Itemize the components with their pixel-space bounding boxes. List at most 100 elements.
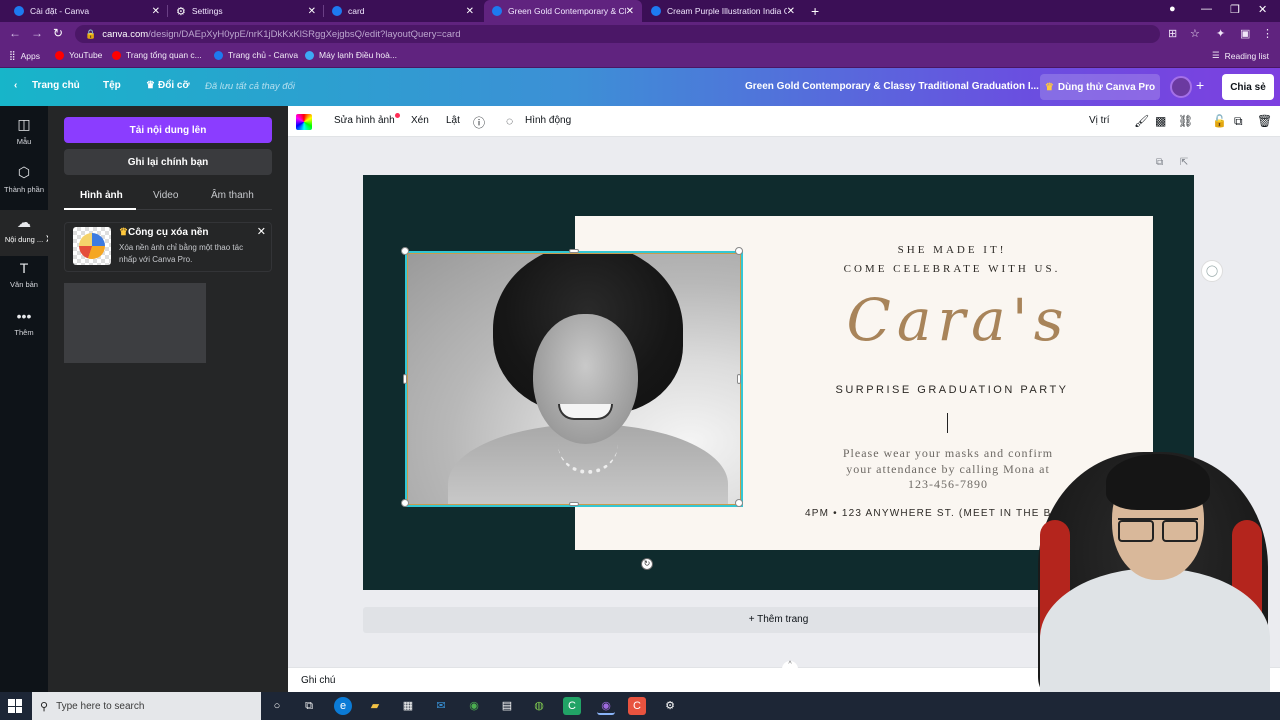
app-icon[interactable]: ▤ [498, 697, 516, 715]
position-button[interactable]: Vị trí [1089, 115, 1110, 126]
lock-icon[interactable]: 🔓 [1212, 114, 1227, 128]
extensions-icon[interactable]: ✦ [1216, 27, 1225, 40]
duplicate-icon[interactable]: ⧉ [1234, 114, 1243, 129]
back-icon[interactable]: ← [9, 26, 21, 40]
bookmark-apps[interactable]: ⣿ Apps [9, 50, 40, 61]
add-member-icon[interactable]: + [1196, 77, 1204, 93]
extension-icon[interactable]: ▣ [1240, 27, 1250, 40]
new-tab-button[interactable]: + [811, 3, 819, 19]
trash-icon[interactable]: 🗑 [1257, 114, 1272, 128]
taskbar-search[interactable]: ⚲ Type here to search [32, 692, 261, 720]
close-tab-icon[interactable]: ✕ [466, 6, 474, 17]
tab-label: Cài đặt - Canva [30, 6, 90, 16]
cortana-icon[interactable]: ○ [268, 697, 286, 715]
browser-tab[interactable]: ⚙ Settings ✕ [168, 0, 324, 22]
mail-icon[interactable]: ✉ [432, 697, 450, 715]
chrome-profile-icon[interactable]: ◉ [597, 697, 615, 715]
share-button[interactable]: Chia sẻ [1222, 74, 1274, 100]
color-picker-swatch[interactable] [296, 114, 312, 130]
rail-item-templates[interactable]: ◫ Mẫu [0, 116, 48, 160]
upload-media-button[interactable]: Tải nội dung lên [64, 117, 272, 143]
headline-line-2[interactable]: COME CELEBRATE WITH US. [787, 263, 1117, 275]
link-icon[interactable]: ⛓ [1178, 114, 1193, 128]
avatar[interactable] [1170, 76, 1192, 98]
app-icon[interactable]: ◍ [530, 697, 548, 715]
bg-remover-promo[interactable]: ♛Công cụ xóa nền Xóa nền ảnh chỉ bằng mộ… [64, 222, 272, 272]
resize-handle[interactable] [401, 247, 409, 255]
close-tab-icon[interactable]: ✕ [308, 6, 316, 17]
reload-icon[interactable]: ↻ [53, 26, 63, 40]
translate-icon[interactable]: ⊞ [1168, 27, 1177, 40]
close-tab-icon[interactable]: ✕ [152, 6, 160, 17]
browser-tab[interactable]: Cream Purple Illustration India G ✕ [643, 0, 803, 22]
crop-button[interactable]: Xén [411, 115, 429, 126]
recorder-icon[interactable]: C [628, 697, 646, 715]
bookmark-canva-home[interactable]: Trang chủ - Canva [214, 50, 298, 60]
camtasia-icon[interactable]: C [563, 697, 581, 715]
url-field[interactable]: 🔒 canva.com/design/DAEpXyH0ypE/nrK1jDkKx… [75, 25, 1160, 43]
resize-button[interactable]: Đổi cỡ [158, 80, 190, 91]
resize-handle[interactable] [403, 374, 407, 384]
tab-audio[interactable]: Âm thanh [211, 190, 254, 201]
canva-header: ‹ Trang chủ Tệp ♛ Đổi cỡ Đã lưu tất cả t… [0, 68, 1280, 106]
close-icon[interactable]: ✕ [257, 225, 266, 238]
restore-icon[interactable]: ❐ [1230, 3, 1240, 16]
resize-handle[interactable] [569, 502, 579, 506]
file-explorer-icon[interactable]: ▰ [366, 697, 384, 715]
record-yourself-button[interactable]: Ghi lại chính bạn [64, 149, 272, 175]
info-icon[interactable]: ⓘ [473, 114, 485, 131]
uploaded-media-thumbnail[interactable] [64, 283, 206, 363]
duplicate-page-icon[interactable]: ⧉ [1156, 157, 1163, 168]
try-pro-button[interactable]: ♛ Dùng thử Canva Pro [1040, 74, 1160, 100]
rail-item-text[interactable]: T Văn bản [0, 260, 48, 304]
transparency-icon[interactable]: ▩ [1155, 114, 1166, 128]
close-tab-icon[interactable]: ✕ [626, 6, 634, 17]
chrome-icon[interactable]: ◉ [465, 697, 483, 715]
browser-tab[interactable]: Cài đặt - Canva ✕ [6, 0, 168, 22]
party-title[interactable]: SURPRISE GRADUATION PARTY [787, 384, 1117, 396]
animate-button[interactable]: Hình động [525, 115, 571, 126]
minimize-icon[interactable]: — [1201, 3, 1212, 15]
browser-tab-active[interactable]: Green Gold Contemporary & Cla ✕ [484, 0, 642, 22]
comment-icon[interactable]: ◯ [1201, 260, 1223, 282]
rail-item-elements[interactable]: ⬡ Thành phần [0, 164, 48, 208]
script-name[interactable]: Cara's [813, 286, 1103, 354]
resize-handle[interactable] [735, 247, 743, 255]
rail-item-uploads[interactable]: ☁ Nội dung ... [0, 210, 48, 256]
browser-menu-icon[interactable]: ⋮ [1262, 27, 1273, 40]
home-link[interactable]: Trang chủ [32, 80, 80, 91]
rail-label: Nội dung ... [4, 235, 44, 244]
flip-button[interactable]: Lật [446, 115, 460, 126]
resize-handle[interactable] [737, 374, 741, 384]
windows-start-icon[interactable] [8, 699, 22, 713]
back-chevron-icon[interactable]: ‹ [14, 80, 17, 91]
rotate-icon[interactable]: ↻ [641, 558, 653, 570]
document-title[interactable]: Green Gold Contemporary & Classy Traditi… [745, 81, 1039, 92]
reading-list[interactable]: ☰ Reading list [1212, 50, 1269, 61]
close-tab-icon[interactable]: ✕ [787, 6, 795, 17]
forward-icon[interactable]: → [31, 26, 43, 40]
edge-icon[interactable]: e [334, 697, 352, 715]
tab-images[interactable]: Hình ảnh [80, 190, 123, 201]
bookmark-aircon[interactable]: Máy lạnh Điều hoà... [305, 50, 397, 60]
tab-video[interactable]: Video [153, 190, 178, 201]
add-page-icon[interactable]: ⇱ [1180, 157, 1188, 168]
resize-handle[interactable] [735, 499, 743, 507]
store-icon[interactable]: ▦ [399, 697, 417, 715]
rail-item-more[interactable]: ••• Thêm [0, 308, 48, 352]
headline-line-1[interactable]: SHE MADE IT! [787, 244, 1117, 256]
settings-gear-icon[interactable]: ⚙ [661, 697, 679, 715]
resize-handle[interactable] [569, 249, 579, 253]
notes-button[interactable]: Ghi chú [301, 675, 335, 686]
bookmark-youtube[interactable]: YouTube [55, 50, 102, 60]
edit-image-button[interactable]: Sửa hình ảnh [334, 115, 395, 126]
task-view-icon[interactable]: ⧉ [300, 697, 318, 715]
file-menu[interactable]: Tệp [103, 80, 121, 91]
bookmark-star-icon[interactable]: ☆ [1190, 27, 1200, 40]
resize-handle[interactable] [401, 499, 409, 507]
close-window-icon[interactable]: ✕ [1258, 3, 1267, 16]
browser-tab[interactable]: card ✕ [324, 0, 482, 22]
profile-dot-icon[interactable]: ● [1169, 3, 1176, 15]
copy-style-icon[interactable]: 🖌 [1134, 114, 1149, 128]
bookmark-youtube-studio[interactable]: Trang tổng quan c... [112, 50, 202, 60]
